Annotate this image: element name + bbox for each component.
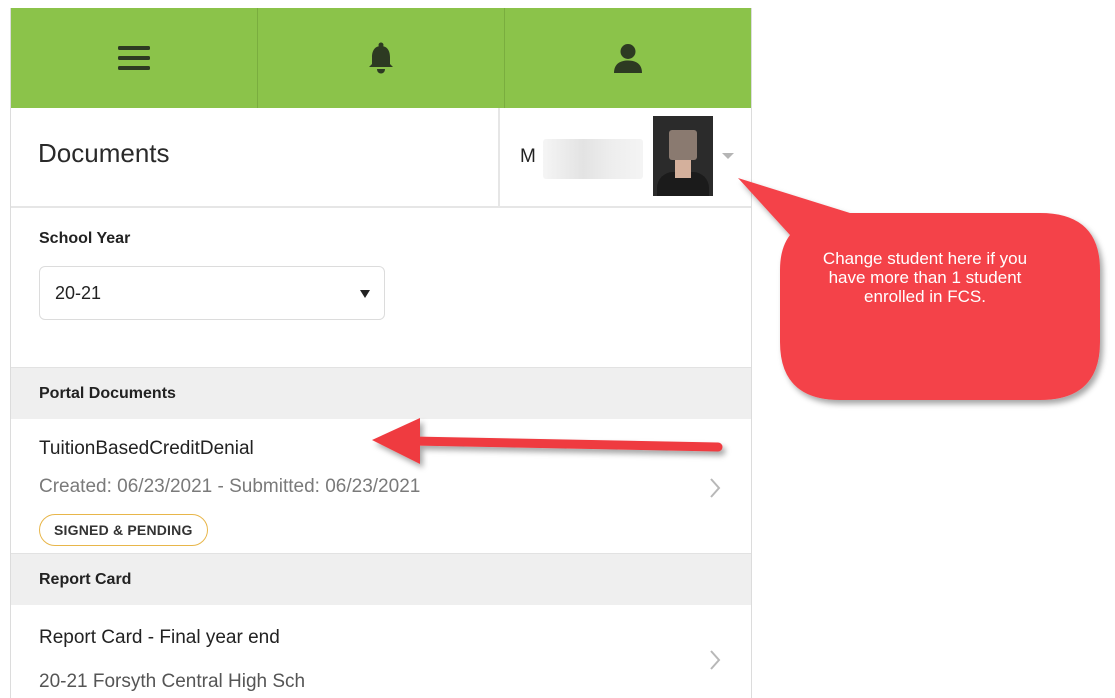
callout-arrow (372, 418, 723, 464)
callout-text: Change student here if you have more tha… (822, 249, 1028, 306)
annotation-overlay (372, 178, 1100, 464)
